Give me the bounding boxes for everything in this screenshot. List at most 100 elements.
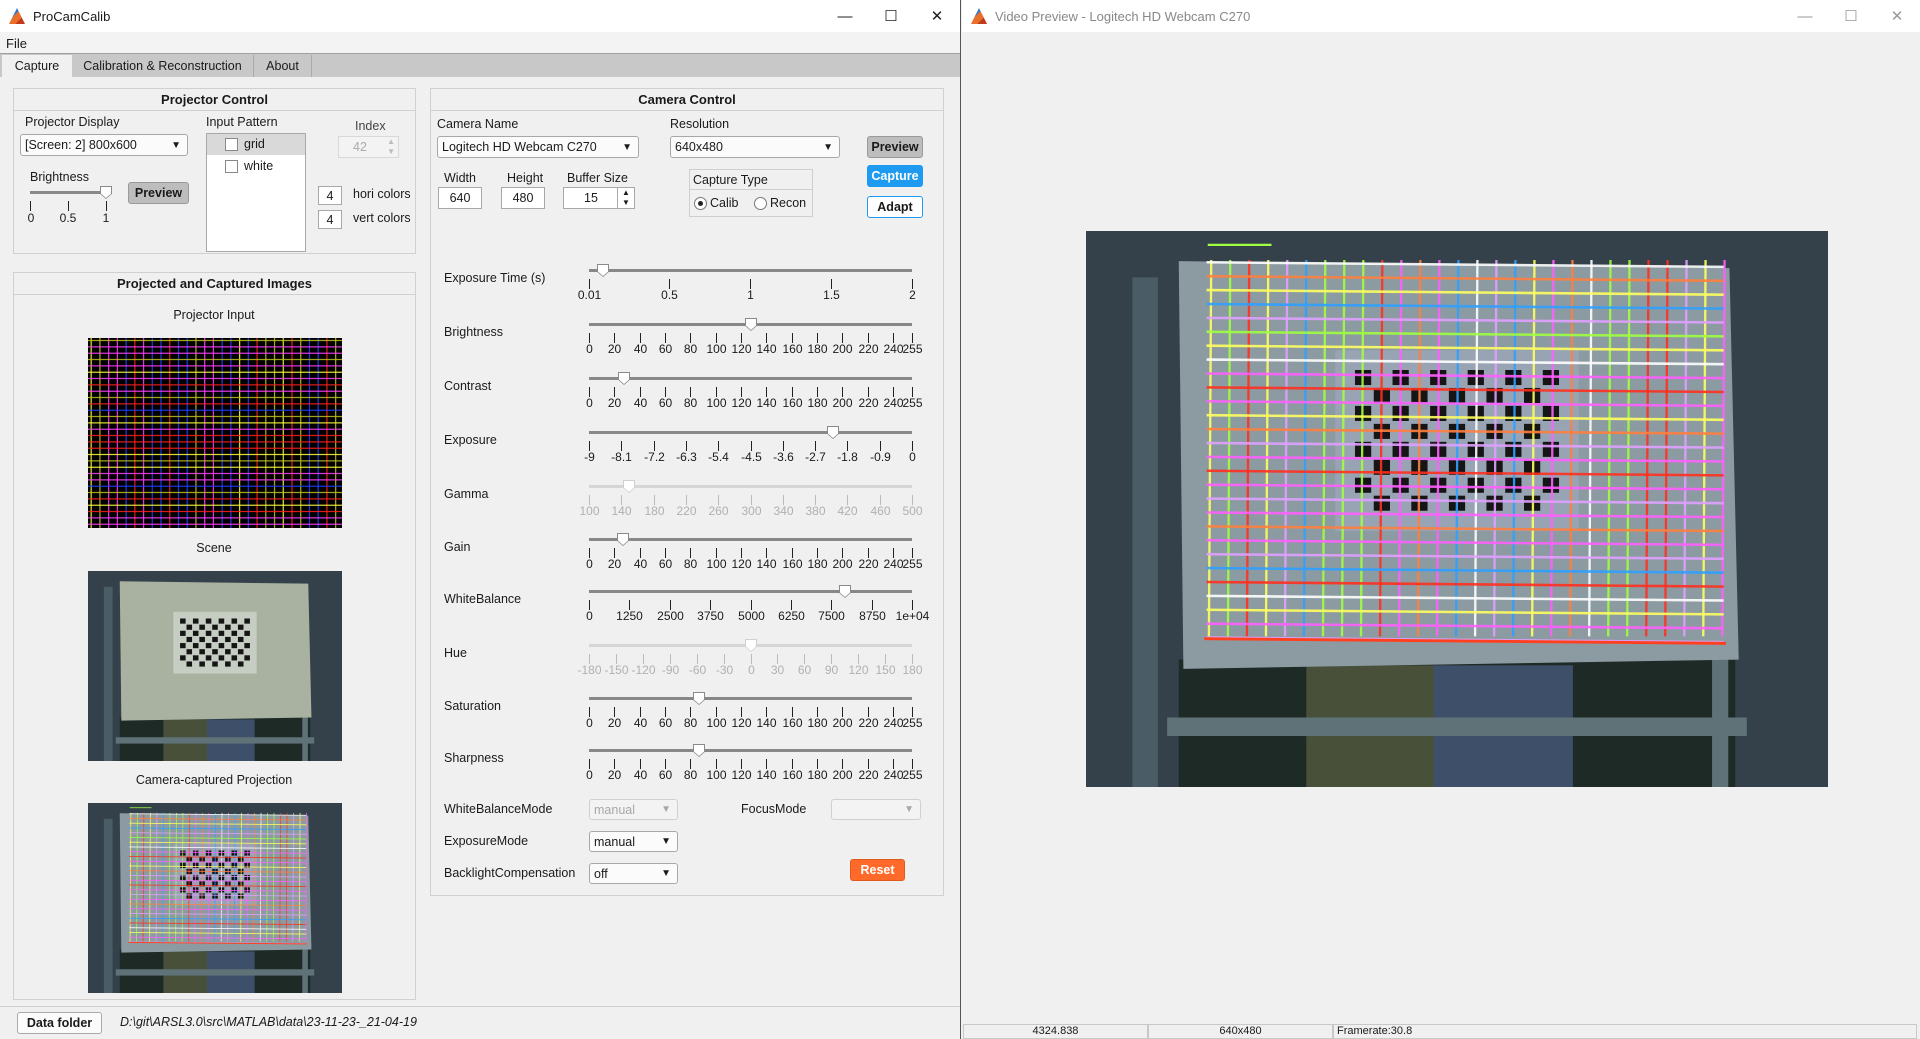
camera-preview-button[interactable]: Preview <box>867 136 923 158</box>
slider-track[interactable] <box>589 749 912 752</box>
checker-square <box>231 643 238 649</box>
minimize-button[interactable]: — <box>1782 0 1828 32</box>
checker-square <box>212 661 218 667</box>
slider-tick-label: 100 <box>706 396 727 410</box>
slider-tick-label: 140 <box>611 504 632 518</box>
reset-button[interactable]: Reset <box>850 859 905 881</box>
slider-tick-label: 60 <box>797 663 812 677</box>
index-spinner[interactable]: 42 ▲ ▼ <box>338 136 399 158</box>
checker-square <box>192 630 199 636</box>
slider-track[interactable] <box>589 590 912 593</box>
projector-input-label: Projector Input <box>173 308 255 322</box>
checkbox[interactable] <box>225 138 238 151</box>
input-pattern-listbox[interactable]: grid white <box>206 133 306 252</box>
slider-tick-label: 220 <box>858 716 879 730</box>
projector-display-label: Projector Display <box>25 115 120 129</box>
slider-tick-label: 90 <box>824 663 839 677</box>
checker-square <box>199 661 205 667</box>
projector-brightness-track[interactable] <box>30 191 106 194</box>
slider-tick-label: 120 <box>731 557 752 571</box>
projector-preview-button[interactable]: Preview <box>128 182 189 204</box>
checker-square <box>237 649 244 655</box>
height-label: Height <box>507 171 544 185</box>
list-item-white[interactable]: white <box>207 156 305 177</box>
tab-about[interactable]: About <box>254 55 312 77</box>
minimize-button[interactable]: — <box>822 0 868 32</box>
slider-track[interactable] <box>589 431 912 434</box>
capture-button[interactable]: Capture <box>867 165 923 187</box>
dropdown-value: manual <box>594 802 635 817</box>
slider-tick-label: -5.4 <box>708 450 729 464</box>
slider-tick-label: 200 <box>832 768 853 782</box>
slider-tick-label: 220 <box>858 342 879 356</box>
camera-name-dropdown[interactable]: Logitech HD Webcam C270 ▼ <box>437 136 639 158</box>
slider-tick-label: 500 <box>902 504 923 518</box>
checker-square <box>225 649 231 655</box>
maximize-button[interactable]: ☐ <box>868 0 914 32</box>
status-resolution: 640x480 <box>1148 1024 1333 1039</box>
slider-tick-label: -6.3 <box>676 450 697 464</box>
resolution-dropdown[interactable]: 640x480 ▼ <box>670 136 840 158</box>
width-field[interactable]: 640 <box>438 187 482 209</box>
stand-bar <box>1167 717 1747 737</box>
projector-display-dropdown[interactable]: [Screen: 2] 800x600 ▼ <box>20 134 188 156</box>
list-item-grid[interactable]: grid <box>207 134 305 155</box>
backlight-dropdown[interactable]: off ▼ <box>589 863 678 884</box>
radio-recon[interactable] <box>754 197 767 210</box>
wb-mode-dropdown[interactable]: manual ▼ <box>589 799 678 820</box>
slider-tick-label: 80 <box>683 557 698 571</box>
slider-tick-label: 20 <box>607 557 622 571</box>
maximize-button[interactable]: ☐ <box>1828 0 1874 32</box>
spinner-arrows-icon[interactable]: ▲ ▼ <box>387 137 395 157</box>
height-field[interactable]: 480 <box>501 187 545 209</box>
focus-mode-dropdown[interactable]: ▼ <box>831 799 921 820</box>
capture-type-label: Capture Type <box>690 170 812 190</box>
slider-tick-label: 160 <box>782 768 803 782</box>
resolution-label: Resolution <box>670 117 730 131</box>
checker-square <box>186 649 193 655</box>
tab-calibration-reconstruction[interactable]: Calibration & Reconstruction <box>72 55 254 77</box>
stand-bar <box>115 969 315 976</box>
slider-tick-label: 100 <box>706 716 727 730</box>
adapt-button[interactable]: Adapt <box>867 196 923 218</box>
exposure-mode-dropdown[interactable]: manual ▼ <box>589 831 678 852</box>
slider-tick-label: 40 <box>633 396 648 410</box>
checkbox[interactable] <box>225 160 238 173</box>
menu-file[interactable]: File <box>6 36 27 51</box>
close-button[interactable]: ✕ <box>914 0 960 32</box>
slider-tick-label: -150 <box>604 663 629 677</box>
slider-tick-label: 220 <box>858 557 879 571</box>
data-folder-button[interactable]: Data folder <box>17 1012 102 1034</box>
slider-tick-label: 420 <box>837 504 858 518</box>
stand-pole <box>1132 277 1158 787</box>
slider-tick-label: 240 <box>883 557 904 571</box>
slider-tick-label: 120 <box>731 716 752 730</box>
spinner-arrows-icon[interactable]: ▲ ▼ <box>617 188 634 208</box>
buffer-size-spinner[interactable]: 15 ▲ ▼ <box>563 187 635 209</box>
dropdown-value: manual <box>594 834 635 849</box>
vert-colors-field[interactable]: 4 <box>318 210 342 229</box>
slider-track[interactable] <box>589 485 912 488</box>
slider-tick-label: 100 <box>706 342 727 356</box>
buffer-size-label: Buffer Size <box>567 171 628 185</box>
slider-tick-label: 80 <box>683 768 698 782</box>
slider-track[interactable] <box>589 269 912 272</box>
slider-track[interactable] <box>589 377 912 380</box>
focus-mode-label: FocusMode <box>741 802 807 816</box>
slider-track[interactable] <box>589 538 912 541</box>
slider-tick-label: 60 <box>658 768 673 782</box>
wb-mode-label: WhiteBalanceMode <box>444 802 553 816</box>
checker-square <box>237 636 244 643</box>
slider-tick-label: 240 <box>883 716 904 730</box>
hori-colors-field[interactable]: 4 <box>318 186 342 205</box>
close-button[interactable]: ✕ <box>1874 0 1920 32</box>
tab-capture[interactable]: Capture <box>2 55 72 78</box>
slider-tick-label: 140 <box>756 768 777 782</box>
index-value: 42 <box>353 140 367 154</box>
radio-calib[interactable] <box>694 197 707 210</box>
slider-tick-label: 180 <box>902 663 923 677</box>
chevron-down-icon: ▼ <box>661 804 671 815</box>
slider-track[interactable] <box>589 697 912 700</box>
slider-tick-label: 140 <box>756 342 777 356</box>
chevron-down-icon: ▼ <box>904 804 914 815</box>
